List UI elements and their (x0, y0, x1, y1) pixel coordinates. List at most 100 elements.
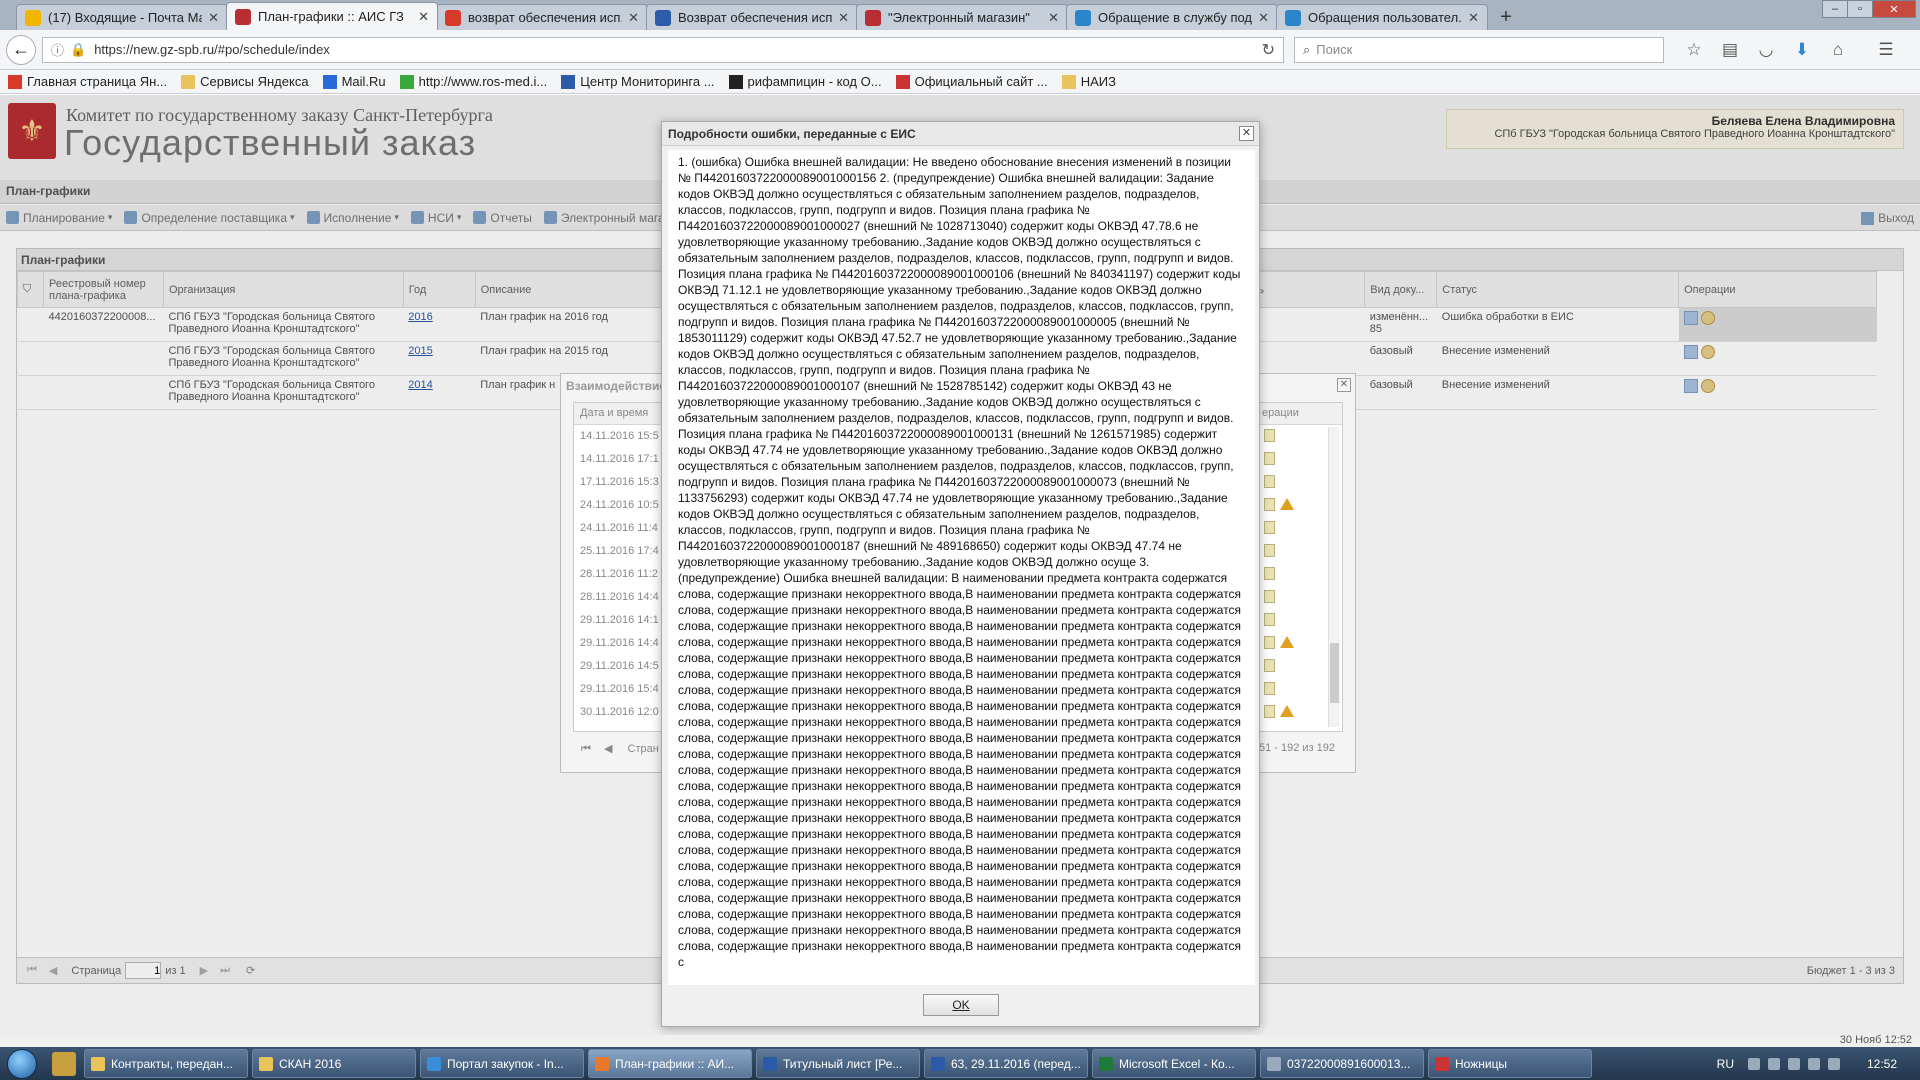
download-icon[interactable]: ⬇ (1784, 40, 1820, 60)
close-tab-icon[interactable]: ✕ (838, 10, 849, 26)
search-placeholder: Поиск (1316, 42, 1353, 57)
menu-icon[interactable]: ☰ (1868, 40, 1904, 60)
network-icon[interactable] (1808, 1057, 1820, 1070)
folder-icon (91, 1056, 105, 1071)
search-icon: ⌕ (1303, 41, 1311, 57)
browser-tab[interactable]: План-графики :: АИС ГЗ ✕ (226, 2, 438, 30)
browser-tab[interactable]: Обращения пользовател... ✕ (1276, 4, 1488, 30)
error-details-dialog: Подробности ошибки, переданные с ЕИС ✕ 1… (661, 121, 1260, 1027)
home-icon[interactable]: ⌂ (1820, 40, 1856, 60)
system-tray: RU 12:52 (1717, 1057, 1920, 1071)
quick-launch-icon[interactable] (52, 1051, 76, 1076)
tray-icon[interactable] (1768, 1057, 1780, 1070)
taskbar-item[interactable]: Контракты, передан... (84, 1049, 248, 1078)
browser-tab[interactable]: Обращение в службу под... ✕ (1066, 4, 1278, 30)
document-icon[interactable] (1264, 590, 1275, 603)
bookmark-item[interactable]: Mail.Ru (322, 74, 386, 89)
bookmark-item[interactable]: Сервисы Яндекса (181, 74, 309, 89)
document-icon[interactable] (1264, 521, 1275, 534)
url-text: https://new.gz-spb.ru/#po/schedule/index (94, 42, 330, 57)
coat-of-arms-icon (865, 9, 881, 26)
document-icon[interactable] (1264, 636, 1275, 649)
star-icon[interactable]: ☆ (1676, 40, 1712, 60)
taskbar-item[interactable]: Ножницы (1428, 1049, 1592, 1078)
navigation-bar: ← ⓘ 🔒 https://new.gz-spb.ru/#po/schedule… (0, 30, 1920, 70)
ie-icon (427, 1056, 441, 1071)
pocket-icon[interactable]: ◡ (1748, 40, 1784, 60)
document-icon[interactable] (1264, 452, 1275, 465)
col-datetime[interactable]: Дата и время (580, 407, 648, 419)
close-icon[interactable]: ✕ (1337, 378, 1351, 392)
search-input[interactable]: ⌕ Поиск (1294, 36, 1664, 63)
reading-list-icon[interactable]: ▤ (1712, 40, 1748, 60)
new-tab-button[interactable]: + (1492, 4, 1520, 30)
first-page-icon[interactable]: ⏮ (581, 743, 591, 755)
language-indicator[interactable]: RU (1717, 1057, 1734, 1071)
col-ops[interactable]: ерации (1262, 407, 1299, 419)
tab-title: План-графики :: АИС ГЗ (258, 9, 404, 24)
close-tab-icon[interactable]: ✕ (628, 10, 639, 26)
taskbar-item[interactable]: План-графики :: АИ... (588, 1049, 752, 1078)
leaf-icon (399, 74, 414, 89)
windows-logo-icon (7, 1048, 37, 1079)
volume-icon[interactable] (1828, 1057, 1840, 1070)
chart-icon (561, 74, 576, 89)
bookmark-item[interactable]: НАИЗ (1061, 74, 1116, 89)
bookmark-label: Mail.Ru (341, 74, 386, 89)
warning-icon (1280, 498, 1294, 510)
scroll-thumb[interactable] (1330, 643, 1339, 703)
bookmark-label: НАИЗ (1080, 74, 1116, 89)
document-icon[interactable] (1264, 475, 1275, 488)
maximize-button[interactable]: ▫ (1847, 0, 1873, 18)
document-icon[interactable] (1264, 567, 1275, 580)
back-button[interactable]: ← (6, 34, 36, 65)
close-tab-icon[interactable]: ✕ (208, 10, 219, 26)
taskbar-item[interactable]: СКАН 2016 (252, 1049, 416, 1078)
taskbar-item[interactable]: Microsoft Excel - Ко... (1092, 1049, 1256, 1078)
seal-icon (895, 74, 910, 89)
task-label: 03722000891600013... (1287, 1056, 1411, 1071)
minimize-button[interactable]: – (1822, 0, 1848, 18)
close-tab-icon[interactable]: ✕ (1048, 10, 1059, 26)
start-button[interactable] (0, 1047, 44, 1080)
scrollbar[interactable] (1328, 427, 1340, 727)
row-datetime: 29.11.2016 14:1 (580, 614, 659, 626)
browser-tab[interactable]: (17) Входящие - Почта Ма... ✕ (16, 4, 228, 30)
tray-icon[interactable] (1788, 1057, 1800, 1070)
bookmark-item[interactable]: Главная страница Ян... (8, 74, 167, 89)
taskbar-item[interactable]: Титульный лист [Ре... (756, 1049, 920, 1078)
document-icon[interactable] (1264, 613, 1275, 626)
document-icon[interactable] (1264, 544, 1275, 557)
document-icon[interactable] (1264, 682, 1275, 695)
close-tab-icon[interactable]: ✕ (1258, 10, 1269, 26)
document-icon[interactable] (1264, 498, 1275, 511)
close-window-button[interactable]: ✕ (1872, 0, 1916, 18)
bookmark-item[interactable]: Центр Мониторинга ... (561, 74, 715, 89)
reload-icon[interactable]: ↻ (1262, 40, 1275, 60)
clock[interactable]: 12:52 (1854, 1057, 1910, 1071)
window-controls: – ▫ ✕ (1822, 0, 1916, 18)
firefox-icon (595, 1056, 609, 1071)
bookmark-item[interactable]: Официальный сайт ... (895, 74, 1048, 89)
interaction-range: 151 - 192 из 192 (1252, 742, 1335, 754)
document-icon[interactable] (1264, 659, 1275, 672)
address-bar[interactable]: ⓘ 🔒 https://new.gz-spb.ru/#po/schedule/i… (42, 36, 1284, 63)
tray-icon[interactable] (1748, 1057, 1760, 1070)
bookmark-item[interactable]: рифампицин - код О... (728, 74, 882, 89)
close-tab-icon[interactable]: ✕ (418, 9, 429, 25)
taskbar-item[interactable]: 63, 29.11.2016 (перед... (924, 1049, 1088, 1078)
document-icon[interactable] (1264, 705, 1275, 718)
browser-tab[interactable]: "Электронный магазин" ✕ (856, 4, 1068, 30)
browser-tab[interactable]: Возврат обеспечения исп... ✕ (646, 4, 858, 30)
close-icon[interactable]: ✕ (1239, 126, 1254, 141)
ok-button[interactable]: OK (923, 994, 999, 1016)
close-tab-icon[interactable]: ✕ (1468, 10, 1479, 26)
browser-tab[interactable]: возврат обеспечения исп... ✕ (436, 4, 648, 30)
task-label: СКАН 2016 (279, 1056, 342, 1071)
folder-icon (181, 74, 196, 89)
prev-page-icon[interactable]: ◀ (604, 743, 612, 755)
bookmark-item[interactable]: http://www.ros-med.i... (399, 74, 547, 89)
taskbar-item[interactable]: 03722000891600013... (1260, 1049, 1424, 1078)
document-icon[interactable] (1264, 429, 1275, 442)
taskbar-item[interactable]: Портал закупок - In... (420, 1049, 584, 1078)
